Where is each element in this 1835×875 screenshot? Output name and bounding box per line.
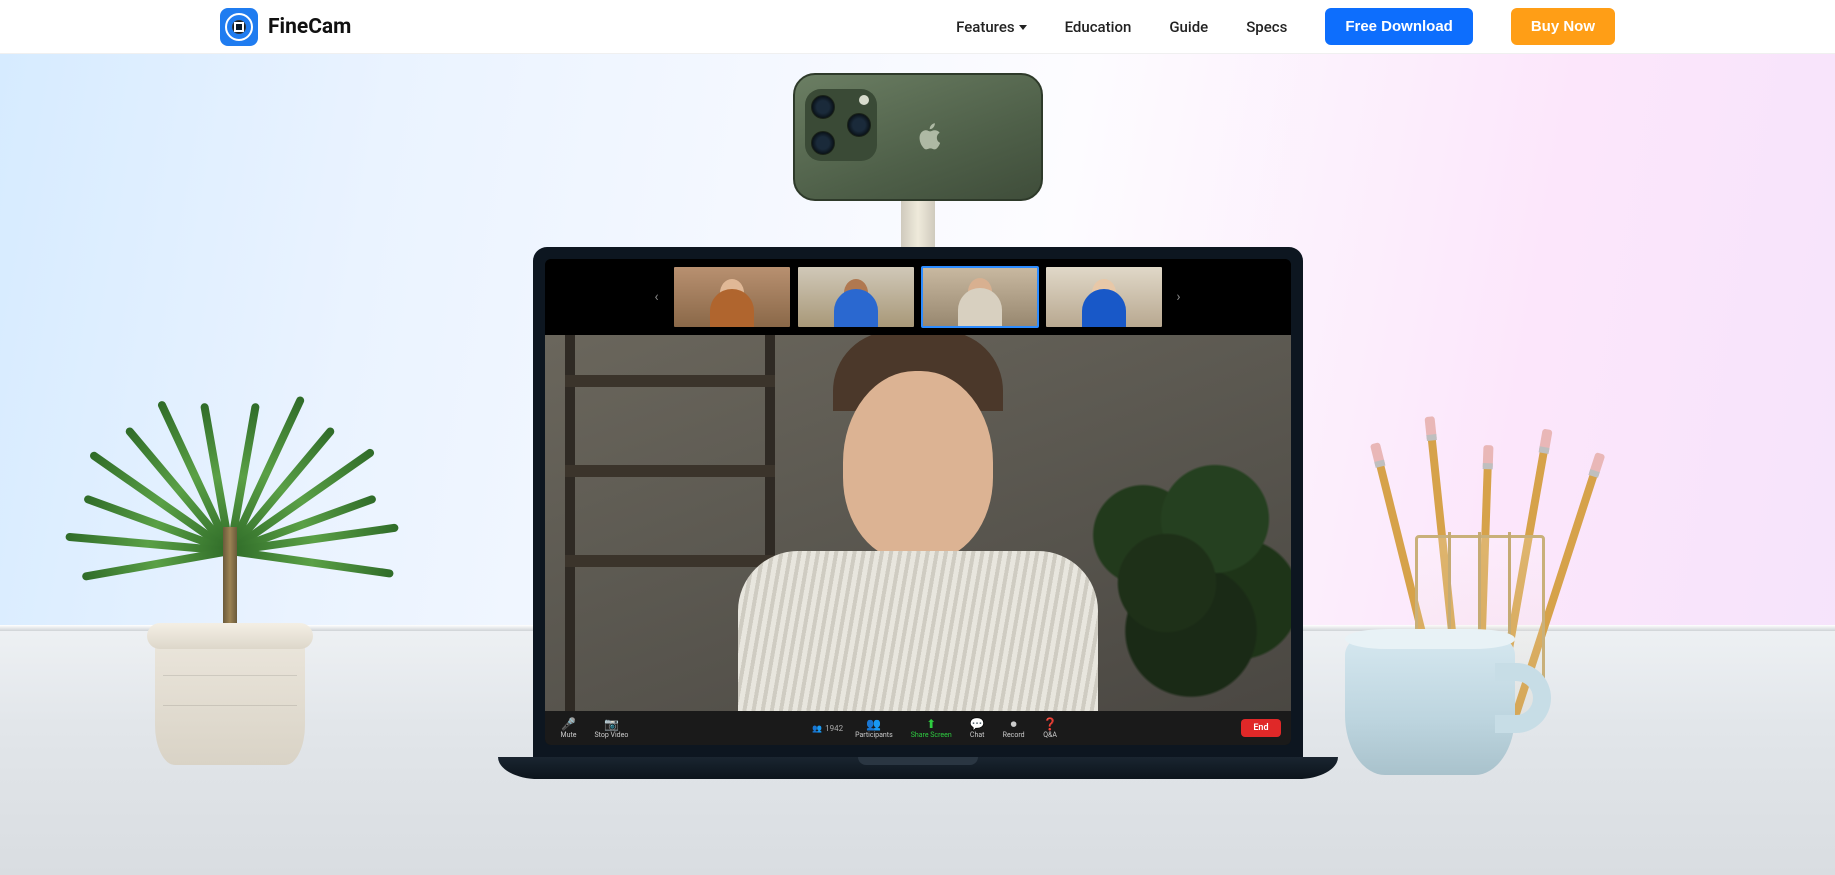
nav-guide[interactable]: Guide: [1169, 18, 1208, 36]
chat-label: Chat: [970, 731, 985, 739]
main-video-feed: [545, 335, 1291, 711]
nav-features-label: Features: [956, 18, 1014, 36]
participants-label: Participants: [855, 731, 893, 739]
site-header: FineCam Features Education Guide Specs F…: [0, 0, 1835, 54]
logo[interactable]: FineCam: [220, 8, 351, 46]
participant-thumbnail-active[interactable]: [921, 266, 1039, 328]
video-gallery: ‹: [545, 259, 1291, 335]
qa-icon: ❓: [1043, 718, 1058, 730]
hero-section: ‹: [0, 54, 1835, 875]
main-nav: Features Education Guide Specs Free Down…: [956, 8, 1615, 45]
buy-now-button[interactable]: Buy Now: [1511, 8, 1615, 45]
participant-thumbnail[interactable]: [673, 266, 791, 328]
qa-button[interactable]: ❓ Q&A: [1037, 718, 1064, 739]
laptop-illustration: ‹: [533, 247, 1303, 779]
nav-features[interactable]: Features: [956, 18, 1026, 36]
microphone-icon: 🎤: [561, 718, 576, 730]
record-icon: ⏺: [1011, 718, 1017, 730]
gallery-prev-icon[interactable]: ‹: [647, 289, 667, 305]
laptop-screen: ‹: [545, 259, 1291, 745]
stop-video-button[interactable]: 📷 Stop Video: [588, 718, 634, 739]
mug-decoration: [1345, 635, 1515, 775]
logo-icon: [220, 8, 258, 46]
free-download-button[interactable]: Free Download: [1325, 8, 1473, 45]
nav-education[interactable]: Education: [1065, 18, 1132, 36]
nav-specs[interactable]: Specs: [1246, 18, 1287, 36]
stop-video-label: Stop Video: [594, 731, 628, 739]
zoom-toolbar: 🎤 Mute 📷 Stop Video 👥 1942 👥 Partic: [545, 711, 1291, 745]
mute-button[interactable]: 🎤 Mute: [555, 718, 583, 739]
people-icon: 👥: [812, 724, 822, 733]
share-screen-label: Share Screen: [911, 731, 952, 739]
participants-count: 👥 1942: [812, 724, 843, 733]
gallery-next-icon[interactable]: ›: [1169, 289, 1189, 305]
laptop-base: [498, 757, 1338, 779]
record-label: Record: [1003, 731, 1025, 739]
mute-label: Mute: [561, 731, 577, 739]
chat-button[interactable]: 💬 Chat: [964, 718, 991, 739]
chevron-down-icon: [1019, 25, 1027, 30]
participant-thumbnail[interactable]: [1045, 266, 1163, 328]
participant-thumbnail[interactable]: [797, 266, 915, 328]
chat-icon: 💬: [970, 718, 985, 730]
share-screen-button[interactable]: ⬆ Share Screen: [905, 718, 958, 739]
video-icon: 📷: [604, 718, 619, 730]
share-screen-icon: ⬆: [926, 718, 936, 730]
apple-logo-icon: [915, 120, 945, 154]
participants-icon: 👥: [866, 718, 881, 730]
brand-name: FineCam: [268, 15, 351, 39]
record-button[interactable]: ⏺ Record: [997, 718, 1031, 739]
plant-decoration: [100, 285, 360, 765]
phone-illustration: [793, 73, 1043, 201]
qa-label: Q&A: [1043, 731, 1057, 739]
end-meeting-button[interactable]: End: [1241, 719, 1280, 737]
participants-button[interactable]: 👥 Participants: [849, 718, 899, 739]
